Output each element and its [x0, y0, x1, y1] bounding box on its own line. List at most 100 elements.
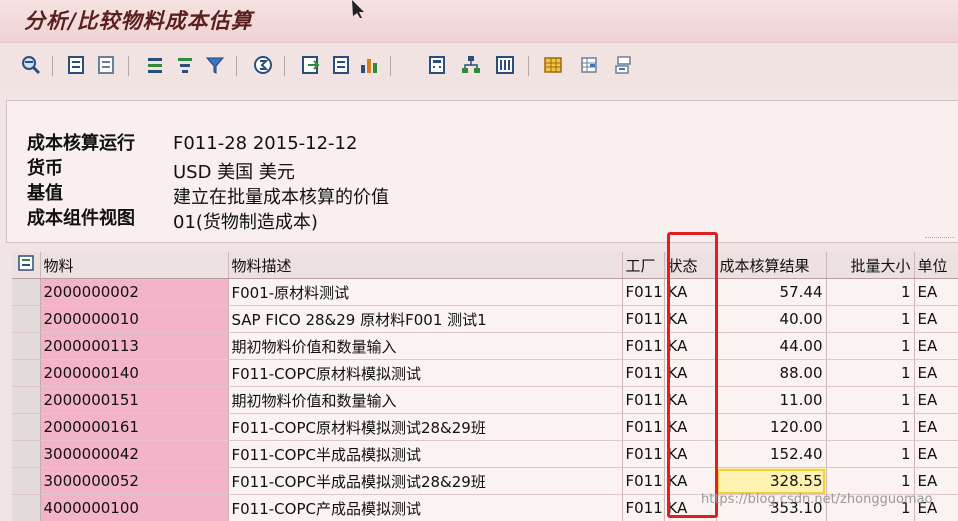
material-cell[interactable]: 2000000002	[40, 278, 229, 306]
row-selector[interactable]	[12, 305, 41, 333]
unit-cell: EA	[914, 359, 958, 387]
hierarchy-icon[interactable]	[460, 54, 482, 76]
lot-size-cell: 1	[826, 278, 915, 306]
unit-cell: EA	[914, 305, 958, 333]
unit-cell: EA	[914, 332, 958, 360]
sort-descending-icon[interactable]	[174, 54, 196, 76]
plant-cell: F011	[622, 413, 665, 441]
table-layout-icon[interactable]	[612, 54, 634, 76]
material-cell[interactable]: 2000000161	[40, 413, 229, 441]
unit-cell: EA	[914, 440, 958, 468]
cost-estimate-table: 物料 物料描述 工厂 状态 成本核算结果 批量大小 单位 2000000002 …	[12, 252, 958, 521]
material-cell[interactable]: 2000000151	[40, 386, 229, 414]
costing-result-cell: 120.00	[716, 413, 827, 441]
component-view-label: 成本组件视图	[27, 208, 135, 229]
title-bar: 分析/比较物料成本估算	[0, 0, 958, 42]
table-row[interactable]: 3000000052 F011-COPC半成品模拟测试28&29班 F011 K…	[12, 467, 958, 495]
header-info-panel: 成本核算运行 F011-28 2015-12-12 货币 USD 美国 美元 基…	[6, 100, 958, 243]
table-view-icon[interactable]	[542, 54, 564, 76]
move-right-icon[interactable]	[96, 54, 118, 76]
filter-icon[interactable]	[204, 54, 226, 76]
column-header-plant[interactable]: 工厂	[622, 252, 665, 279]
table-row[interactable]: 2000000161 F011-COPC原材料模拟测试28&29班 F011 K…	[12, 413, 958, 441]
chart-icon[interactable]	[358, 54, 380, 76]
row-selector[interactable]	[12, 359, 41, 387]
costing-run-label: 成本核算运行	[27, 133, 135, 154]
plant-cell: F011	[622, 359, 665, 387]
table-settings-icon[interactable]	[18, 255, 34, 271]
mouse-cursor-icon	[352, 0, 364, 18]
column-header-unit[interactable]: 单位	[914, 252, 958, 279]
application-toolbar	[0, 42, 958, 93]
description-cell: F011-COPC原材料模拟测试28&29班	[228, 413, 623, 441]
material-cell[interactable]: 4000000100	[40, 494, 229, 521]
window-title: 分析/比较物料成本估算	[24, 8, 253, 33]
valuation-value: 建立在批量成本核算的价值	[173, 187, 389, 208]
costing-result-cell: 11.00	[716, 386, 827, 414]
costing-result-cell-selected[interactable]: 328.55	[716, 467, 827, 495]
columns-icon[interactable]	[494, 54, 516, 76]
table-row[interactable]: 2000000151 期初物料价值和数量输入 F011 KA 11.00 1 E…	[12, 386, 958, 414]
material-cell[interactable]: 2000000140	[40, 359, 229, 387]
table-row[interactable]: 2000000010 SAP FICO 28&29 原材料F001 测试1 F0…	[12, 305, 958, 333]
lot-size-cell: 1	[826, 440, 915, 468]
move-left-icon[interactable]	[66, 54, 88, 76]
column-header-material[interactable]: 物料	[40, 252, 229, 279]
row-selector[interactable]	[12, 278, 41, 306]
material-cell[interactable]: 3000000042	[40, 440, 229, 468]
unit-cell: EA	[914, 278, 958, 306]
sum-icon[interactable]	[252, 54, 274, 76]
unit-cell: EA	[914, 386, 958, 414]
sort-ascending-icon[interactable]	[144, 54, 166, 76]
row-selector[interactable]	[12, 494, 41, 521]
costing-result-cell: 88.00	[716, 359, 827, 387]
print-icon[interactable]	[330, 54, 352, 76]
table-row[interactable]: 2000000113 期初物料价值和数量输入 F011 KA 44.00 1 E…	[12, 332, 958, 360]
unit-cell: EA	[914, 413, 958, 441]
unit-cell: EA	[914, 467, 958, 495]
material-cell[interactable]: 3000000052	[40, 467, 229, 495]
material-cell[interactable]: 2000000010	[40, 305, 229, 333]
table-row[interactable]: 2000000140 F011-COPC原材料模拟测试 F011 KA 88.0…	[12, 359, 958, 387]
valuation-label: 基值	[27, 183, 63, 204]
costing-result-cell: 44.00	[716, 332, 827, 360]
plant-cell: F011	[622, 305, 665, 333]
column-header-costing-result[interactable]: 成本核算结果	[716, 252, 827, 279]
plant-cell: F011	[622, 440, 665, 468]
table-header-row: 物料 物料描述 工厂 状态 成本核算结果 批量大小 单位	[12, 252, 958, 279]
column-header-lot-size[interactable]: 批量大小	[826, 252, 915, 279]
details-icon[interactable]	[20, 54, 42, 76]
column-header-description[interactable]: 物料描述	[228, 252, 623, 279]
lot-size-cell: 1	[826, 305, 915, 333]
description-cell: 期初物料价值和数量输入	[228, 332, 623, 360]
plant-cell: F011	[622, 467, 665, 495]
description-cell: 期初物料价值和数量输入	[228, 386, 623, 414]
plant-cell: F011	[622, 386, 665, 414]
material-cell[interactable]: 2000000113	[40, 332, 229, 360]
costing-result-cell: 152.40	[716, 440, 827, 468]
plant-cell: F011	[622, 278, 665, 306]
lot-size-cell: 1	[826, 413, 915, 441]
row-selector[interactable]	[12, 413, 41, 441]
lot-size-cell: 1	[826, 359, 915, 387]
calculator-icon[interactable]	[426, 54, 448, 76]
select-all-button[interactable]	[12, 252, 41, 279]
table-row[interactable]: 3000000042 F011-COPC半成品模拟测试 F011 KA 152.…	[12, 440, 958, 468]
export-icon[interactable]	[300, 54, 322, 76]
costing-result-cell: 40.00	[716, 305, 827, 333]
table-insert-icon[interactable]	[578, 54, 600, 76]
row-selector[interactable]	[12, 440, 41, 468]
plant-cell: F011	[622, 332, 665, 360]
description-cell: SAP FICO 28&29 原材料F001 测试1	[228, 305, 623, 333]
resize-grip[interactable]	[925, 237, 955, 240]
description-cell: F011-COPC原材料模拟测试	[228, 359, 623, 387]
row-selector[interactable]	[12, 386, 41, 414]
component-view-value: 01(货物制造成本)	[173, 212, 318, 233]
row-selector[interactable]	[12, 467, 41, 495]
description-cell: F011-COPC半成品模拟测试28&29班	[228, 467, 623, 495]
status-column-annotation-box	[667, 232, 718, 518]
watermark-text: https://blog.csdn.net/zhongguomao	[701, 492, 933, 507]
currency-value: USD 美国 美元	[173, 162, 295, 183]
table-row[interactable]: 2000000002 F001-原材料测试 F011 KA 57.44 1 EA	[12, 278, 958, 306]
row-selector[interactable]	[12, 332, 41, 360]
